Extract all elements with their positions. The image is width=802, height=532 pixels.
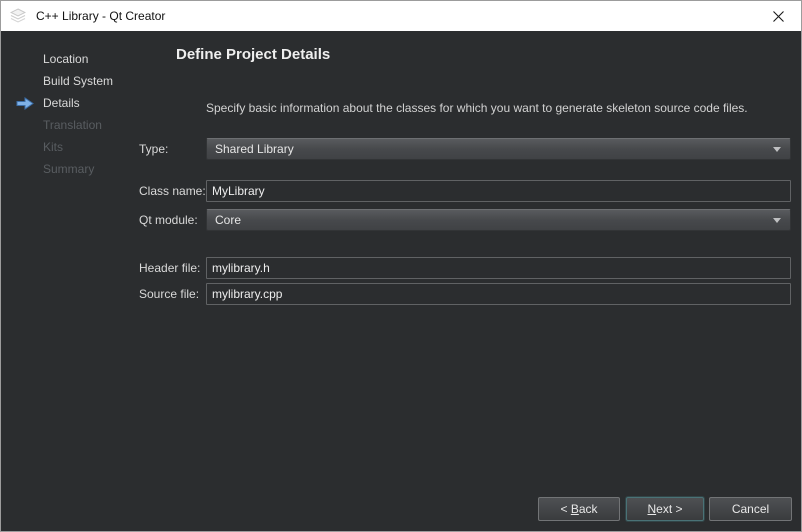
source-file-label: Source file: (139, 283, 199, 305)
type-combobox[interactable]: Shared Library (206, 138, 791, 160)
step-build-system: Build System (43, 70, 113, 92)
cpp-library-icon (10, 8, 26, 24)
step-translation: Translation (43, 114, 113, 136)
step-label: Build System (43, 74, 113, 88)
step-label: Translation (43, 118, 102, 132)
step-label: Summary (43, 162, 94, 176)
close-button[interactable] (755, 1, 801, 31)
qt-module-combobox[interactable]: Core (206, 209, 791, 231)
wizard-window: C++ Library - Qt Creator Location Build … (0, 0, 802, 532)
step-location: Location (43, 48, 113, 70)
type-selected-value: Shared Library (215, 142, 294, 156)
step-summary: Summary (43, 158, 113, 180)
type-label: Type: (139, 138, 168, 160)
titlebar: C++ Library - Qt Creator (1, 1, 801, 31)
page-title: Define Project Details (176, 46, 330, 63)
step-label: Location (43, 52, 88, 66)
header-file-label: Header file: (139, 257, 200, 279)
class-name-label: Class name: (139, 180, 206, 202)
next-button[interactable]: Next > (626, 497, 704, 521)
step-label: Details (43, 96, 80, 110)
cancel-button[interactable]: Cancel (709, 497, 792, 521)
step-label: Kits (43, 140, 63, 154)
step-kits: Kits (43, 136, 113, 158)
chevron-down-icon (773, 147, 781, 152)
back-button[interactable]: < Back (538, 497, 620, 521)
chevron-down-icon (773, 218, 781, 223)
wizard-steps: Location Build System Details Translatio… (43, 48, 113, 180)
class-name-input[interactable] (206, 180, 791, 202)
source-file-input[interactable] (206, 283, 791, 305)
current-step-arrow-icon (16, 97, 34, 110)
qt-module-selected-value: Core (215, 213, 241, 227)
window-title: C++ Library - Qt Creator (36, 9, 165, 23)
wizard-body: Location Build System Details Translatio… (1, 31, 801, 531)
close-icon (772, 10, 785, 23)
qt-module-label: Qt module: (139, 209, 198, 231)
step-details: Details (43, 92, 113, 114)
header-file-input[interactable] (206, 257, 791, 279)
page-description: Specify basic information about the clas… (206, 101, 748, 115)
